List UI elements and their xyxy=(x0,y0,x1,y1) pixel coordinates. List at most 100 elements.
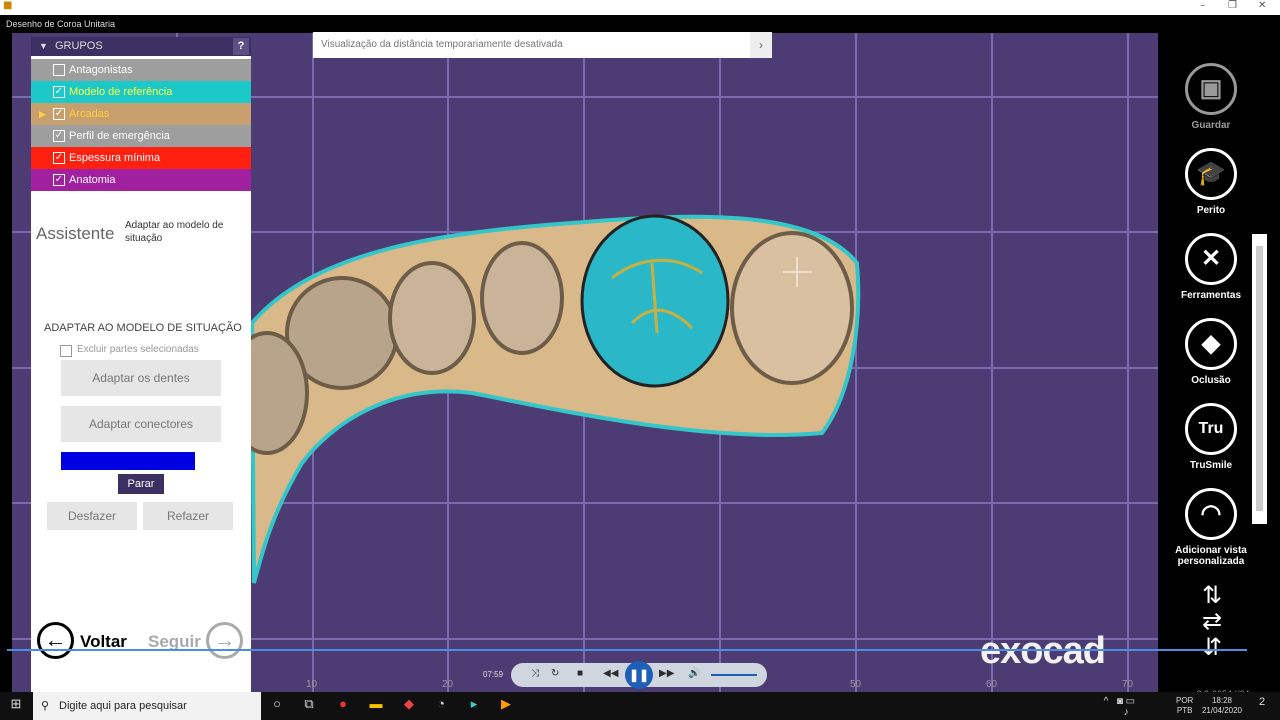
left-panel: ▼ GRUPOS ? Antagonistas ✓ Modelo de referê… xyxy=(31,37,251,692)
group-row[interactable]: ✓ Anatomia xyxy=(31,169,251,191)
exclude-label: Excluir partes selecionadas xyxy=(77,344,199,355)
app-window: Desenho de Coroa Unitaria ▼ GRUPOS ? Ant… xyxy=(0,15,1280,699)
crown-tooth[interactable] xyxy=(580,214,730,388)
tool-button[interactable]: ▣ Guardar xyxy=(1158,63,1264,131)
group-row[interactable]: Antagonistas xyxy=(31,59,251,81)
tool-label: Guardar xyxy=(1191,120,1231,131)
scrollbar-thumb[interactable] xyxy=(1256,246,1263,511)
graduation-cap-icon: 🎓 xyxy=(1185,148,1237,200)
group-label: Anatomia xyxy=(69,174,116,186)
arrow-up-down-icon: ⇅ xyxy=(1201,582,1223,609)
undo-button[interactable]: Desfazer xyxy=(47,502,137,530)
clock[interactable]: 18:28 21/04/2020 xyxy=(1200,696,1244,716)
tool-button[interactable]: 🎓 Perito xyxy=(1158,148,1264,216)
cortana-icon[interactable]: ○ xyxy=(267,696,287,716)
group-row[interactable]: ✓ Espessura mínima xyxy=(31,147,251,169)
notification-count: 2 xyxy=(1258,696,1266,708)
tool-label: Adicionar vista personalizada xyxy=(1175,545,1247,567)
maximize-icon[interactable]: ❐ xyxy=(1228,0,1237,11)
arrow-left-right-icon: ⇄ xyxy=(1201,608,1223,635)
notification-icon[interactable]: 2 xyxy=(1252,696,1272,716)
chevron-down-icon: ▼ xyxy=(39,41,48,51)
redo-button[interactable]: Refazer xyxy=(143,502,233,530)
group-checkbox[interactable]: ✓ xyxy=(53,130,65,142)
arrow-right-icon: → xyxy=(206,622,243,659)
exocad-taskbar-icon[interactable]: ▸ xyxy=(464,696,484,716)
group-label: Modelo de referência xyxy=(69,86,173,98)
group-checkbox[interactable]: ✓ xyxy=(53,174,65,186)
volume-icon[interactable]: 🔊 xyxy=(688,668,700,679)
tray-icons[interactable]: ◙ ▭ ♪ xyxy=(1116,696,1136,718)
lang-bottom: PTB xyxy=(1176,706,1193,715)
app-title: Desenho de Coroa Unitaria xyxy=(6,19,116,29)
tooth-icon: ◆ xyxy=(1185,318,1237,370)
tool-button[interactable]: ◆ Oclusão xyxy=(1158,318,1264,386)
tray-chevron-icon[interactable]: ^ xyxy=(1096,696,1116,716)
help-button[interactable]: ? xyxy=(233,38,249,55)
group-row[interactable]: ▶ ✓ Arcadas xyxy=(31,103,251,125)
groups-header[interactable]: ▼ GRUPOS ? xyxy=(31,37,251,56)
dental-arch-model[interactable] xyxy=(225,214,861,584)
groups-title: GRUPOS xyxy=(54,40,103,52)
stop-icon[interactable]: ■ xyxy=(577,668,583,679)
trusmile-icon: Tru xyxy=(1185,403,1237,455)
close-icon[interactable]: ✕ xyxy=(1258,0,1266,11)
pause-button[interactable]: ❚❚ xyxy=(625,661,653,689)
adapt-connectors-button[interactable]: Adaptar conectores xyxy=(61,406,221,442)
language-indicator[interactable]: POR PTB xyxy=(1176,696,1193,716)
expand-arrow-icon[interactable]: ▶ xyxy=(39,103,46,125)
tool-button[interactable]: Tru TruSmile xyxy=(1158,403,1264,471)
video-progress[interactable] xyxy=(7,649,1247,651)
arrow-up-down-icon-2: ⇵ xyxy=(1201,634,1223,661)
progress-bar xyxy=(61,452,195,470)
tool-button[interactable]: ◠ Adicionar vista personalizada xyxy=(1158,488,1264,567)
volume-slider[interactable] xyxy=(711,674,757,676)
group-checkbox[interactable]: ✓ xyxy=(53,152,65,164)
file-explorer-icon[interactable]: ▬ xyxy=(366,696,386,716)
lang-top: POR xyxy=(1176,696,1194,705)
app-icon-clock[interactable]: ◔ xyxy=(431,696,451,716)
group-label: Espessura mínima xyxy=(69,152,161,164)
assistant-title: Assistente xyxy=(36,224,115,243)
tools-icon: ✕ xyxy=(1185,233,1237,285)
rewind-icon[interactable]: ◀◀ xyxy=(603,668,618,679)
axis-tick-label: 70 xyxy=(1122,679,1134,690)
group-checkbox[interactable]: ✓ xyxy=(53,108,65,120)
toolbar-scrollbar[interactable] xyxy=(1252,234,1267,524)
taskbar-search[interactable]: ⚲ Digite aqui para pesquisar xyxy=(33,692,261,720)
app-icon-red[interactable]: ◆ xyxy=(399,696,419,716)
fast-forward-icon[interactable]: ▶▶ xyxy=(659,668,674,679)
distance-notice: Visualização da distância temporariament… xyxy=(313,32,772,58)
axis-tick-label: 60 xyxy=(986,679,998,690)
group-label: Arcadas xyxy=(69,108,110,120)
arrow-left-icon: ← xyxy=(37,622,74,659)
media-player-taskbar-icon[interactable]: ▶ xyxy=(496,696,516,716)
shuffle-icon[interactable]: ⤨ xyxy=(531,668,539,679)
windows-taskbar: ⊞ ⚲ Digite aqui para pesquisar ○ ⧉ ● ▬ ◆… xyxy=(0,692,1280,720)
repeat-icon[interactable]: ↻ xyxy=(551,668,559,679)
view-navigation-arrows[interactable]: ⇅ ⇄ ⇵ xyxy=(1182,583,1242,663)
windows-start-icon[interactable]: ⊞ xyxy=(6,696,26,716)
app-icon: ■ xyxy=(3,0,13,11)
minimize-icon[interactable]: – xyxy=(1200,0,1205,11)
group-row[interactable]: ✓ Perfil de emergência xyxy=(31,125,251,147)
group-row[interactable]: ✓ Modelo de referência xyxy=(31,81,251,103)
stop-button[interactable]: Parar xyxy=(118,474,164,494)
window-titlebar: ■ – ❐ ✕ xyxy=(0,0,1280,15)
section-title: ADAPTAR AO MODELO DE SITUAÇÃO xyxy=(44,322,242,334)
chrome-icon[interactable]: ● xyxy=(333,696,353,716)
task-view-icon[interactable]: ⧉ xyxy=(299,696,319,716)
clock-date: 21/04/2020 xyxy=(1201,706,1243,715)
axis-tick-label: 20 xyxy=(442,679,454,690)
player-time: 07:59 xyxy=(483,670,504,679)
tool-label: Perito xyxy=(1196,205,1226,216)
assistant-subtitle: Adaptar ao modelo de situação xyxy=(125,220,224,244)
chevron-right-icon[interactable]: › xyxy=(750,32,772,58)
media-player-controls: 07:59 ⤨ ↻ ■ ◀◀ ❚❚ ▶▶ 🔊 xyxy=(483,661,767,689)
tool-button[interactable]: ✕ Ferramentas xyxy=(1158,233,1264,301)
group-checkbox[interactable] xyxy=(53,64,65,76)
group-checkbox[interactable]: ✓ xyxy=(53,86,65,98)
exclude-checkbox[interactable]: Excluir partes selecionadas xyxy=(60,344,199,357)
adapt-teeth-button[interactable]: Adaptar os dentes xyxy=(61,360,221,396)
group-label: Antagonistas xyxy=(69,64,133,76)
